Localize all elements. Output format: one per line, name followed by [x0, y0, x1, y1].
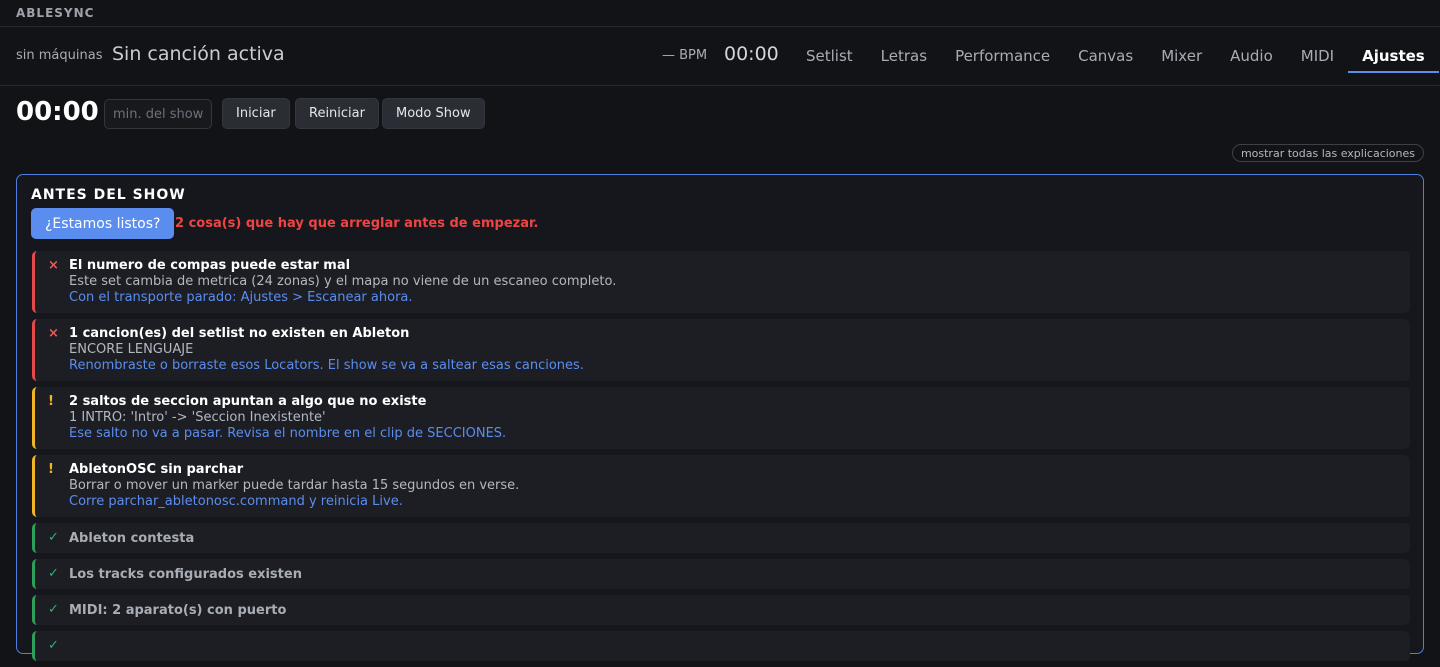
tab-audio[interactable]: Audio [1216, 27, 1287, 85]
check-title: AbletonOSC sin parchar [69, 462, 244, 477]
check-icon: ✓ [48, 566, 59, 581]
check-item: ✓ MIDI: 2 aparato(s) con puerto [32, 595, 1410, 625]
check-item: ! AbletonOSC sin parchar Borrar o mover … [32, 455, 1410, 517]
check-icon: ✓ [48, 638, 59, 653]
check-title: El numero de compas puede estar mal [69, 258, 351, 273]
check-item: ✓ [32, 631, 1410, 661]
bpm-readout: — BPM [662, 48, 708, 63]
ready-check-button[interactable]: ¿Estamos listos? [31, 208, 175, 239]
check-title: 1 cancion(es) del setlist no existen en … [69, 326, 410, 341]
header: sin máquinas Sin canción activa — BPM 00… [0, 27, 1440, 86]
show-mode-button[interactable]: Modo Show [382, 98, 485, 129]
check-title: 2 saltos de seccion apuntan a algo que n… [69, 394, 427, 409]
error-x-icon: × [48, 258, 59, 273]
tab-mixer[interactable]: Mixer [1147, 27, 1216, 85]
tab-midi[interactable]: MIDI [1287, 27, 1348, 85]
show-timer: 00:00 [16, 97, 99, 127]
panel-title: ANTES DEL SHOW [31, 187, 186, 203]
check-title: MIDI: 2 aparato(s) con puerto [69, 603, 287, 618]
check-detail: Borrar o mover un marker puede tardar ha… [69, 478, 520, 493]
warning-icon: ! [48, 394, 54, 409]
main-nav: Setlist Letras Performance Canvas Mixer … [792, 27, 1439, 85]
check-item: × 1 cancion(es) del setlist no existen e… [32, 319, 1410, 381]
tab-ajustes[interactable]: Ajustes [1348, 27, 1439, 85]
app-logo: ABLESYNC [16, 6, 95, 20]
check-icon: ✓ [48, 602, 59, 617]
check-fix-hint: Ese salto no va a pasar. Revisa el nombr… [69, 426, 507, 441]
check-fix-hint: Corre parchar_abletonosc.command y reini… [69, 494, 403, 509]
brand-bar: ABLESYNC [0, 0, 1440, 27]
check-fix-hint: Renombraste o borraste esos Locators. El… [69, 358, 584, 373]
check-item: ✓ Ableton contesta [32, 523, 1410, 553]
start-button[interactable]: Iniciar [222, 98, 290, 129]
show-duration-input[interactable] [104, 99, 212, 129]
check-item: × El numero de compas puede estar mal Es… [32, 251, 1410, 313]
check-item: ! 2 saltos de seccion apuntan a algo que… [32, 387, 1410, 449]
check-title: Los tracks configurados existen [69, 567, 302, 582]
show-all-explanations-button[interactable]: mostrar todas las explicaciones [1231, 144, 1424, 162]
machines-status: sin máquinas [16, 48, 103, 63]
check-item: ✓ Los tracks configurados existen [32, 559, 1410, 589]
check-list: × El numero de compas puede estar mal Es… [32, 251, 1410, 667]
song-clock: 00:00 [724, 43, 779, 65]
check-detail: ENCORE LENGUAJE [69, 342, 194, 357]
warning-icon: ! [48, 462, 54, 477]
reset-button[interactable]: Reiniciar [295, 98, 379, 129]
show-toolbar: 00:00 Iniciar Reiniciar Modo Show [0, 86, 1440, 142]
check-fix-hint: Con el transporte parado: Ajustes > Esca… [69, 290, 413, 305]
preshow-panel: ANTES DEL SHOW ¿Estamos listos? 2 cosa(s… [16, 174, 1424, 661]
tab-canvas[interactable]: Canvas [1064, 27, 1147, 85]
tab-setlist[interactable]: Setlist [792, 27, 867, 85]
tab-letras[interactable]: Letras [867, 27, 941, 85]
error-x-icon: × [48, 326, 59, 341]
ready-status-message: 2 cosa(s) que hay que arreglar antes de … [175, 216, 539, 231]
check-title: Ableton contesta [69, 531, 195, 546]
check-detail: 1 INTRO: 'Intro' -> 'Seccion Inexistente… [69, 410, 326, 425]
check-detail: Este set cambia de metrica (24 zonas) y … [69, 274, 617, 289]
active-song-title: Sin canción activa [112, 43, 285, 65]
tab-performance[interactable]: Performance [941, 27, 1064, 85]
check-icon: ✓ [48, 530, 59, 545]
